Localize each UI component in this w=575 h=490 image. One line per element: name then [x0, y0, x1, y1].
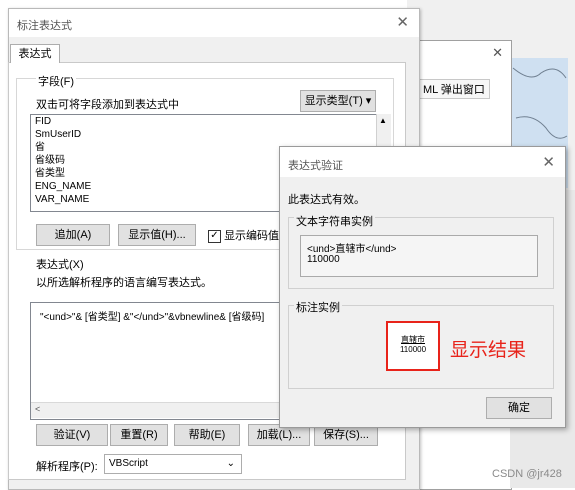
verify-button[interactable]: 验证(V) [36, 424, 108, 446]
scroll-left-icon[interactable]: < [35, 404, 40, 414]
show-type-dropdown[interactable]: 显示类型(T) ▾ [300, 90, 376, 112]
add-button[interactable]: 追加(A) [36, 224, 110, 246]
fields-group-label: 字段(F) [36, 73, 77, 89]
list-item[interactable]: SmUserID [31, 128, 377, 141]
show-coded-values-checkbox[interactable]: ✓ 显示编码值 [208, 227, 279, 243]
expression-verification-dialog: 表达式验证 ✕ 此表达式有效。 文本字符串实例 <und>直辖市</und> 1… [279, 146, 566, 428]
text-sample-box: <und>直辖市</und> 110000 [300, 235, 538, 277]
parser-value: VBScript [109, 458, 148, 469]
list-item[interactable]: FID [31, 115, 377, 128]
dropdown-arrow-icon: ▾ [362, 95, 372, 107]
text-sample-line2: 110000 [307, 254, 340, 265]
ok-button[interactable]: 确定 [486, 397, 552, 419]
help-button[interactable]: 帮助(E) [174, 424, 240, 446]
dialog-title: 标注表达式 [17, 20, 72, 32]
expression-text: "<und>"& [省类型] &"</und>"&vbnewline& [省级码… [40, 312, 265, 323]
verify-title-bar: 表达式验证 ✕ [280, 147, 565, 177]
text-sample-label: 文本字符串实例 [294, 213, 375, 229]
fields-instruction: 双击可将字段添加到表达式中 [36, 99, 179, 111]
popup-window-tab[interactable]: ML 弹出窗口 [418, 79, 490, 99]
scroll-up-icon[interactable]: ▲ [379, 116, 387, 125]
checkbox-label: 显示编码值 [224, 230, 280, 242]
close-icon[interactable]: ✕ [542, 153, 555, 171]
show-values-button[interactable]: 显示值(H)... [118, 224, 196, 246]
chevron-down-icon: ⌄ [226, 458, 235, 469]
close-icon[interactable]: ✕ [396, 13, 409, 31]
label-line1: 直辖市 [401, 335, 425, 344]
text-sample-line1: <und>直辖市</und> [307, 244, 397, 255]
verify-dialog-title: 表达式验证 [288, 160, 343, 172]
result-annotation: 显示结果 [450, 340, 527, 361]
parser-label: 解析程序(P): [36, 461, 98, 473]
tab-expression[interactable]: 表达式 [10, 44, 60, 63]
show-type-label: 显示类型(T) [304, 95, 363, 107]
watermark: CSDN @jr428 [492, 468, 562, 480]
label-line2: 110000 [399, 345, 427, 354]
parser-select[interactable]: VBScript ⌄ [104, 454, 242, 474]
dialog-title-bar: 标注表达式 ✕ [9, 9, 419, 37]
label-sample-label: 标注实例 [294, 299, 342, 315]
expression-group-label: 表达式(X) [36, 259, 84, 271]
expression-instruction: 以所选解析程序的语言编写表达式。 [36, 277, 212, 289]
label-sample-box: 直辖市 110000 [386, 321, 440, 371]
verify-message: 此表达式有效。 [288, 194, 365, 206]
close-icon[interactable]: ✕ [492, 45, 503, 61]
checkbox-icon[interactable]: ✓ [208, 229, 221, 243]
reset-button[interactable]: 重置(R) [110, 424, 168, 446]
